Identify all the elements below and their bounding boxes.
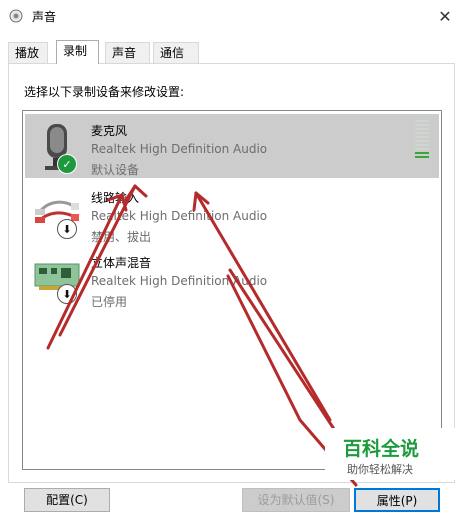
set-default-button[interactable]: 设为默认值(S) — [242, 488, 350, 512]
device-driver: Realtek High Definition Audio — [91, 142, 268, 156]
device-name: 麦克风 — [91, 124, 128, 138]
tab-recording[interactable]: 录制 — [56, 40, 99, 64]
device-item-line-in[interactable]: ⬇ 线路输入 Realtek High Definition Audio 禁用、… — [25, 181, 439, 245]
watermark-title: 百科全说 — [343, 438, 420, 460]
configure-button[interactable]: 配置(C) — [24, 488, 110, 512]
watermark: 百科全说 助你轻松解决 — [325, 428, 465, 480]
speaker-icon — [9, 9, 23, 23]
instruction-text: 选择以下录制设备来修改设置: — [24, 85, 185, 99]
title-bar: 声音 ✕ — [0, 0, 465, 32]
tab-sounds[interactable]: 声音 — [105, 42, 150, 63]
default-check-icon: ✓ — [57, 154, 77, 174]
close-icon: ✕ — [438, 6, 452, 26]
tab-playback[interactable]: 播放 — [8, 42, 48, 63]
down-arrow-icon: ⬇ — [57, 219, 77, 239]
device-status: 禁用、拔出 — [91, 230, 152, 244]
window-title: 声音 — [32, 10, 57, 24]
tab-communications[interactable]: 通信 — [153, 42, 199, 63]
device-list[interactable]: ✓ 麦克风 Realtek High Definition Audio 默认设备… — [22, 110, 442, 470]
down-arrow-icon: ⬇ — [57, 284, 77, 304]
device-driver: Realtek High Definition Audio — [91, 274, 268, 288]
close-button[interactable]: ✕ — [425, 0, 465, 32]
level-meter — [415, 120, 429, 162]
device-item-stereo-mix[interactable]: ⬇ 立体声混音 Realtek High Definition Audio 已停… — [25, 246, 439, 310]
device-status: 默认设备 — [91, 163, 140, 177]
device-name: 线路输入 — [91, 191, 140, 205]
properties-button[interactable]: 属性(P) — [354, 488, 440, 512]
device-driver: Realtek High Definition Audio — [91, 209, 268, 223]
device-name: 立体声混音 — [91, 256, 152, 270]
device-status: 已停用 — [91, 295, 128, 309]
watermark-subtitle: 助你轻松解决 — [347, 463, 413, 476]
device-item-microphone[interactable]: ✓ 麦克风 Realtek High Definition Audio 默认设备 — [25, 114, 439, 178]
